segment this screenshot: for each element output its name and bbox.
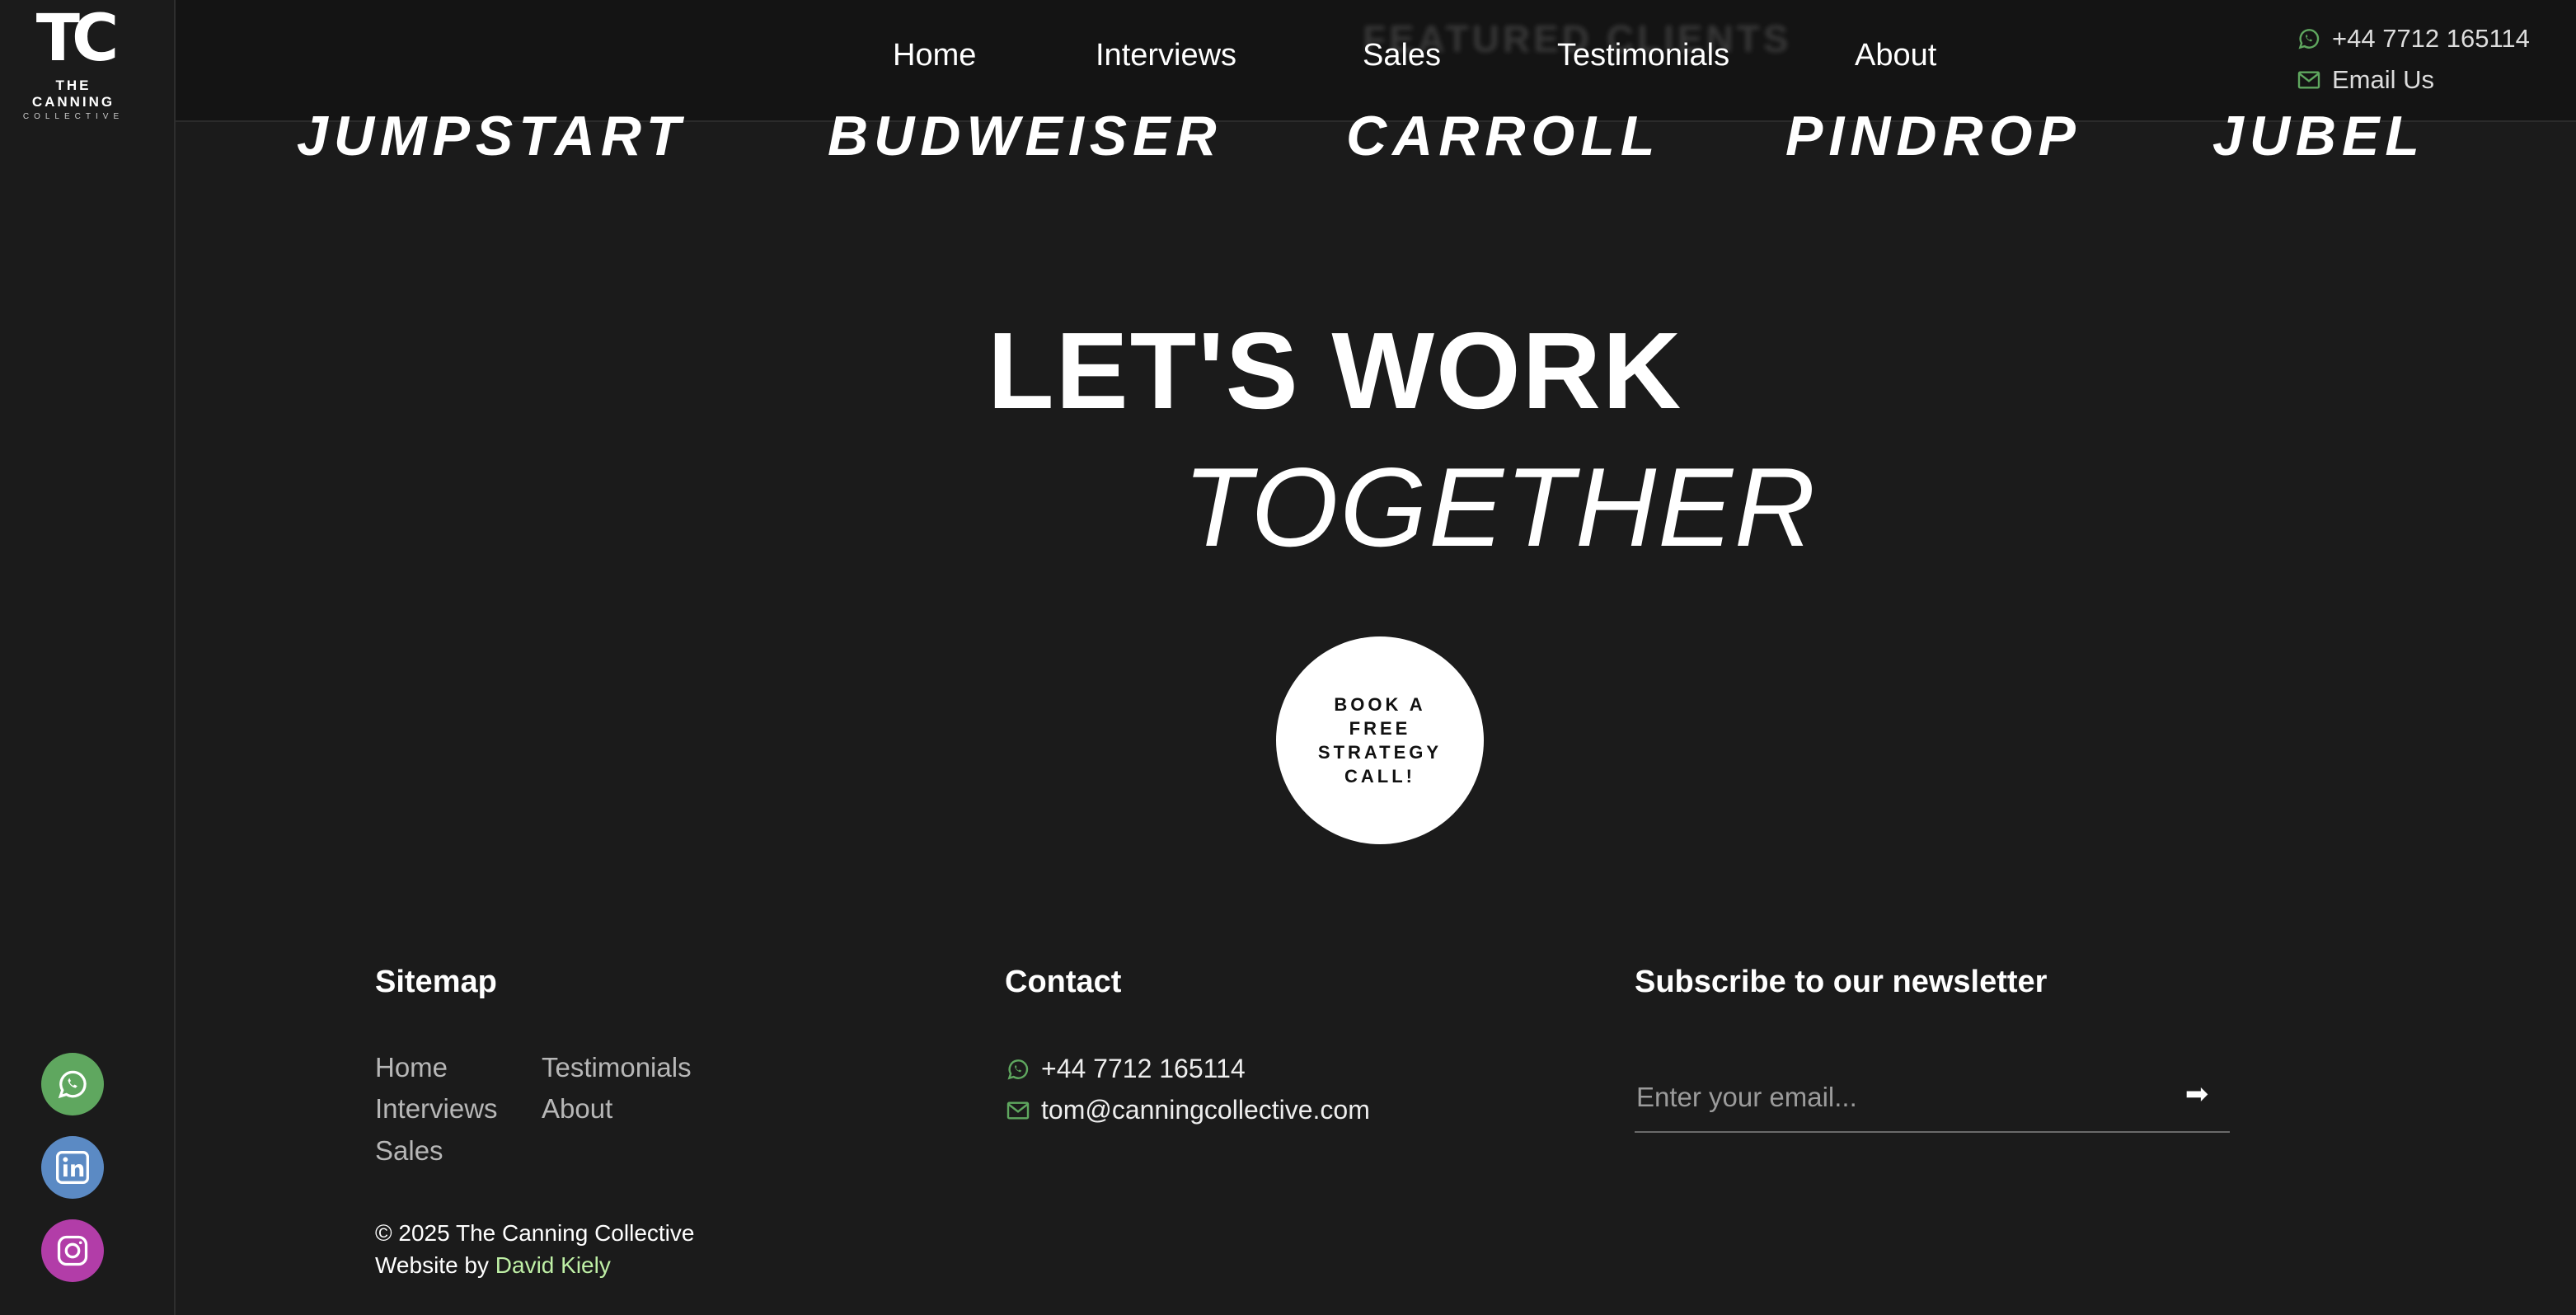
client-carroll: CARROLL — [1346, 105, 1661, 167]
website-credit: Website by David Kiely — [375, 1252, 611, 1279]
whatsapp-social-button[interactable] — [41, 1053, 104, 1115]
copyright-text: © 2025 The Canning Collective — [375, 1220, 695, 1246]
footer-link-home[interactable]: Home — [375, 1052, 448, 1083]
instagram-social-button[interactable] — [41, 1219, 104, 1282]
whatsapp-icon — [1007, 1059, 1029, 1079]
contact-heading: Contact — [1005, 965, 1122, 999]
header-email-label: Email Us — [2332, 65, 2435, 94]
book-strategy-call-button[interactable]: BOOK A FREE STRATEGY CALL! — [1276, 636, 1484, 844]
cta-heading-line1: LET'S WORK — [988, 310, 1683, 431]
logo-mark: TC — [35, 2, 119, 76]
footer-link-testimonials[interactable]: Testimonials — [542, 1052, 692, 1083]
footer-link-interviews[interactable]: Interviews — [375, 1093, 498, 1125]
footer-link-about[interactable]: About — [542, 1093, 612, 1125]
left-sidebar: TC THE CANNING COLLECTIVE — [0, 0, 176, 1315]
header-contact: +44 7712 165114 Email Us — [2296, 18, 2530, 101]
site-logo[interactable]: TC THE CANNING COLLECTIVE — [12, 2, 135, 121]
newsletter-submit-arrow-icon[interactable]: ➡ — [2176, 1073, 2217, 1115]
client-jumpstart: JUMPSTART — [297, 105, 687, 167]
client-budweiser: BUDWEISER — [828, 105, 1222, 167]
linkedin-icon — [56, 1151, 89, 1184]
footer-link-sales[interactable]: Sales — [375, 1135, 443, 1167]
newsletter-email-input[interactable] — [1635, 1064, 2230, 1133]
client-logos: JUMPSTART BUDWEISER CARROLL PINDROP JUBE… — [0, 104, 2576, 170]
instagram-icon — [57, 1235, 88, 1266]
footer-email: tom@canningcollective.com — [1041, 1095, 1370, 1125]
mail-icon — [1006, 1101, 1030, 1120]
footer-email-link[interactable]: tom@canningcollective.com — [1005, 1095, 1370, 1125]
client-pindrop: PINDROP — [1785, 105, 2081, 167]
header-phone-link[interactable]: +44 7712 165114 — [2296, 18, 2530, 59]
nav-about[interactable]: About — [1855, 38, 1936, 73]
mail-icon — [2297, 71, 2320, 89]
whatsapp-icon — [58, 1070, 87, 1099]
nav-testimonials[interactable]: Testimonials — [1557, 38, 1729, 73]
newsletter-heading: Subscribe to our newsletter — [1635, 965, 2048, 999]
nav-interviews[interactable]: Interviews — [1096, 38, 1236, 73]
nav-sales[interactable]: Sales — [1363, 38, 1441, 73]
credit-prefix: Website by — [375, 1252, 489, 1278]
header-phone: +44 7712 165114 — [2332, 24, 2530, 53]
footer-phone-link[interactable]: +44 7712 165114 — [1005, 1054, 1246, 1084]
whatsapp-icon — [2298, 29, 2320, 49]
header-email-link[interactable]: Email Us — [2296, 59, 2530, 101]
cta-heading-line2: TOGETHER — [1183, 444, 1818, 570]
sitemap-heading: Sitemap — [375, 965, 497, 999]
client-jubel: JUBEL — [2212, 105, 2425, 167]
nav-home[interactable]: Home — [893, 38, 976, 73]
footer-phone: +44 7712 165114 — [1041, 1054, 1246, 1083]
credit-link[interactable]: David Kiely — [495, 1252, 611, 1278]
linkedin-social-button[interactable] — [41, 1136, 104, 1199]
